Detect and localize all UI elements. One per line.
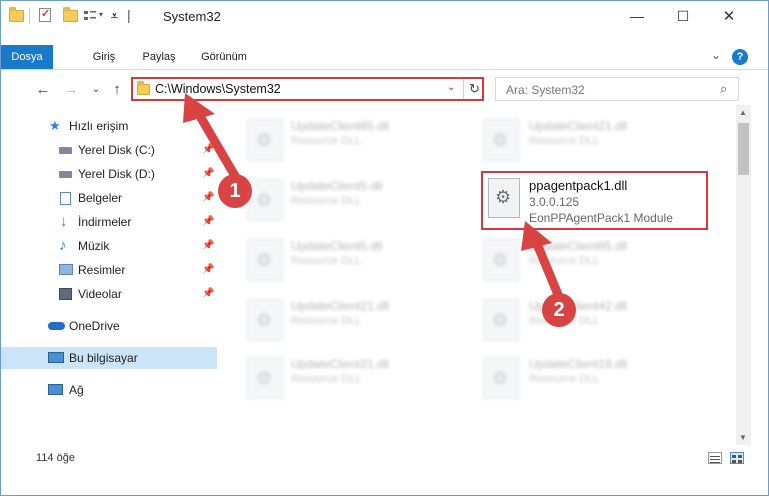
arrow-2-shaft — [530, 234, 564, 302]
arrow-1-head — [183, 93, 215, 123]
annotation-badge-2: 2 — [542, 293, 576, 327]
arrow-1-shaft — [192, 106, 243, 186]
explorer-window: ✓ ▾ ⩡ | System32 — ☐ ✕ Dosya Giriş Payla… — [0, 0, 769, 496]
arrow-2-head — [521, 221, 552, 251]
annotation-badge-1: 1 — [218, 174, 252, 208]
annotation-arrows — [183, 93, 564, 302]
